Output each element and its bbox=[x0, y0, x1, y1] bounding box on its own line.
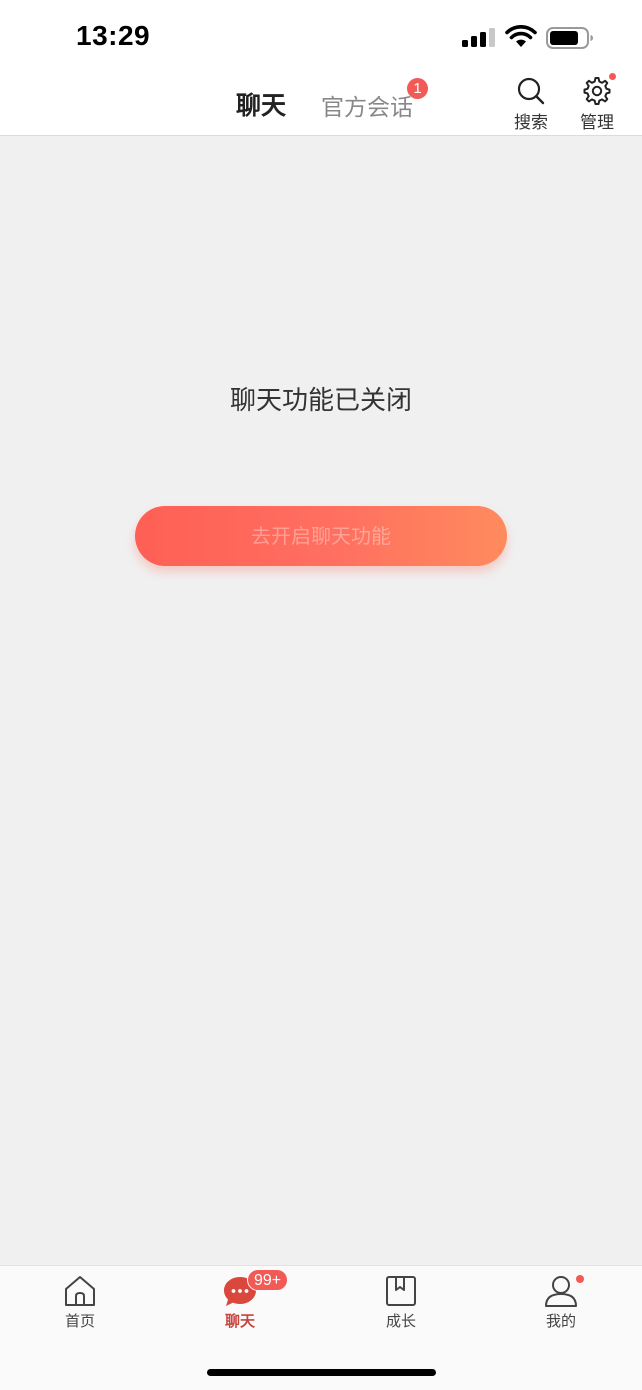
chat-content-area: 聊天功能已关闭 去开启聊天功能 bbox=[0, 137, 642, 1265]
search-button[interactable]: 搜索 bbox=[503, 76, 559, 134]
battery-icon bbox=[546, 27, 593, 49]
enable-chat-button[interactable]: 去开启聊天功能 bbox=[135, 506, 507, 566]
bookmark-icon bbox=[386, 1276, 416, 1306]
tab-chat-nav[interactable]: 99+ 聊天 bbox=[200, 1269, 289, 1338]
tab-home-label: 首页 bbox=[64, 1312, 95, 1330]
tab-growth[interactable]: 成长 bbox=[361, 1274, 441, 1338]
tab-chat[interactable]: 聊天 bbox=[236, 86, 286, 122]
chat-closed-message: 聊天功能已关闭 bbox=[229, 386, 412, 416]
tab-home[interactable]: 首页 bbox=[40, 1274, 120, 1338]
tab-growth-label: 成长 bbox=[385, 1312, 416, 1330]
manage-button[interactable]: 管理 bbox=[569, 73, 625, 134]
home-icon bbox=[65, 1276, 95, 1306]
chat-unread-badge: 99+ bbox=[247, 1269, 289, 1291]
tab-mine[interactable]: 我的 bbox=[521, 1274, 601, 1338]
status-time: 13:29 bbox=[76, 20, 151, 51]
user-icon bbox=[545, 1276, 577, 1307]
status-bar: 13:29 bbox=[0, 0, 642, 72]
wifi-icon bbox=[505, 25, 537, 47]
tab-chat-label: 聊天 bbox=[224, 1312, 255, 1330]
top-navigation: 聊天 官方会话 1 搜索 管理 bbox=[0, 72, 642, 136]
official-unread-badge: 1 bbox=[407, 78, 428, 99]
tab-official-conversations[interactable]: 官方会话 bbox=[321, 88, 413, 122]
search-icon bbox=[517, 77, 545, 105]
search-label: 搜索 bbox=[514, 113, 548, 133]
home-indicator[interactable] bbox=[207, 1369, 436, 1376]
manage-notification-dot bbox=[609, 73, 616, 80]
signal-icon bbox=[462, 28, 495, 47]
tab-mine-label: 我的 bbox=[545, 1312, 576, 1330]
mine-notification-dot bbox=[576, 1275, 584, 1283]
manage-label: 管理 bbox=[580, 113, 614, 133]
gear-icon bbox=[583, 77, 611, 105]
